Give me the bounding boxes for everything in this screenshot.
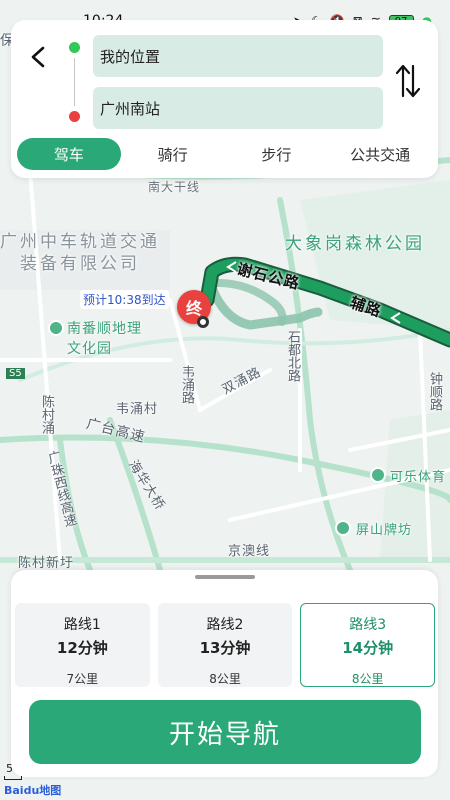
tab-transit[interactable]: 公共交通 xyxy=(328,138,432,170)
route-time: 12分钟 xyxy=(56,639,108,657)
map-label-weiyong-road: 韦涌路 xyxy=(179,365,194,404)
route-name: 路线3 xyxy=(349,617,387,633)
start-dot-icon xyxy=(69,42,80,53)
map-label-nanfan-1: 南番顺地理 xyxy=(67,321,142,337)
map-label-weiyong-village: 韦涌村 xyxy=(116,402,159,417)
origin-field[interactable]: 我的位置 xyxy=(93,35,383,77)
destination-field[interactable]: 广州南站 xyxy=(93,87,383,129)
map-label-kele-sports: 可乐体育 xyxy=(390,470,447,485)
start-navigation-button[interactable]: 开始导航 xyxy=(29,700,421,764)
destination-pin-icon xyxy=(197,316,209,328)
drag-handle[interactable] xyxy=(195,575,255,579)
route-search-panel: 我的位置 广州南站 驾车 骑行 步行 公共交通 xyxy=(11,20,438,178)
route-options-sheet: 路线1 12分钟 7公里 路线2 13分钟 8公里 路线3 14分钟 8公里 开… xyxy=(11,570,438,777)
tab-drive-label: 驾车 xyxy=(53,145,84,164)
park-poi-icon xyxy=(48,320,64,336)
map-label-s5-badge: S5 xyxy=(6,368,25,379)
map-label-forest-park: 大象岗森林公园 xyxy=(285,234,425,254)
map-label-nandaganxian: 南大干线 xyxy=(148,180,201,194)
route-card-2[interactable]: 路线2 13分钟 8公里 xyxy=(157,603,293,687)
map-label-jingao: 京澳线 xyxy=(228,544,271,559)
landmark-poi-icon xyxy=(335,520,351,536)
route-connector-line xyxy=(74,58,75,106)
baidu-map-logo: Baidu地图 xyxy=(4,784,62,797)
map-label-pingshan: 屏山牌坊 xyxy=(356,523,413,538)
end-dot-icon xyxy=(69,111,80,122)
route-name: 路线2 xyxy=(206,617,244,633)
route-card-1[interactable]: 路线1 12分钟 7公里 xyxy=(15,603,150,687)
route-cards: 路线1 12分钟 7公里 路线2 13分钟 8公里 路线3 14分钟 8公里 xyxy=(15,603,436,687)
sports-poi-icon xyxy=(370,467,386,483)
map-label-car-co-2: 装备有限公司 xyxy=(20,254,140,274)
swap-arrows-icon[interactable] xyxy=(393,60,423,102)
map-scale-label: 5 xyxy=(6,762,13,775)
map-label-chencun-xinhao: 陈村新圩 xyxy=(18,556,75,571)
back-arrow-icon[interactable] xyxy=(27,42,49,72)
map-label-shidu-road: 石都北路 xyxy=(285,330,300,382)
eta-tag: 预计10:38到达 xyxy=(80,290,169,309)
tab-cycle[interactable]: 骑行 xyxy=(121,138,225,170)
route-distance: 8公里 xyxy=(351,672,384,686)
origin-field-text: 我的位置 xyxy=(100,47,161,66)
travel-mode-tabs: 驾车 骑行 步行 公共交通 xyxy=(17,138,432,170)
map-label-chencun-yong: 陈村涌 xyxy=(39,395,54,434)
route-card-3[interactable]: 路线3 14分钟 8公里 xyxy=(300,603,436,687)
tab-walk[interactable]: 步行 xyxy=(225,138,329,170)
tab-transit-label: 公共交通 xyxy=(350,145,411,164)
route-time: 14分钟 xyxy=(342,639,394,657)
route-name: 路线1 xyxy=(63,617,101,633)
tab-cycle-label: 骑行 xyxy=(157,145,188,164)
map-label-nanfan-2: 文化园 xyxy=(67,341,112,357)
route-distance: 8公里 xyxy=(209,672,241,686)
map-label-zhongshun-road: 钟顺路 xyxy=(427,372,442,411)
tab-walk-label: 步行 xyxy=(261,145,292,164)
tab-drive[interactable]: 驾车 xyxy=(17,138,121,170)
destination-marker-label: 终 xyxy=(185,299,202,318)
map-scale-bar xyxy=(4,776,22,780)
route-distance: 7公里 xyxy=(66,672,99,686)
route-time: 13分钟 xyxy=(199,639,251,657)
destination-field-text: 广州南站 xyxy=(100,99,161,118)
